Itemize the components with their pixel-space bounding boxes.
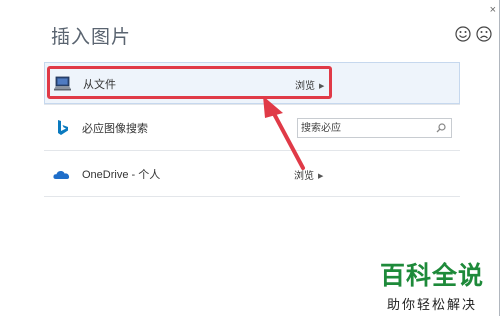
onedrive-cloud-icon: [53, 170, 70, 179]
divider: [44, 196, 460, 197]
browse-label: 浏览: [294, 171, 314, 182]
onedrive-browse-link[interactable]: 浏览 ▶: [294, 167, 323, 182]
watermark: 百科全说 助你轻松解决: [372, 256, 492, 313]
onedrive-row[interactable]: OneDrive - 个人 浏览 ▶: [44, 153, 460, 195]
onedrive-label: OneDrive - 个人: [82, 169, 161, 181]
bing-search-row: 必应图像搜索: [44, 107, 460, 151]
triangle-right-icon: ▶: [318, 173, 324, 180]
bing-search-label: 必应图像搜索: [82, 123, 148, 135]
search-icon[interactable]: [435, 122, 447, 134]
smile-feedback-icon[interactable]: [455, 26, 471, 42]
frown-feedback-icon[interactable]: [476, 26, 492, 42]
bing-search-input[interactable]: [301, 121, 429, 135]
bing-search-box: [297, 118, 452, 138]
watermark-title: 百科全说: [379, 261, 484, 290]
annotation-highlight-box: [47, 66, 332, 99]
divider: [44, 104, 460, 105]
watermark-subtitle: 助你轻松解决: [386, 298, 477, 313]
dialog-title: 插入图片: [51, 27, 132, 48]
close-button[interactable]: ×: [490, 4, 496, 16]
bing-logo-icon: [58, 120, 68, 135]
